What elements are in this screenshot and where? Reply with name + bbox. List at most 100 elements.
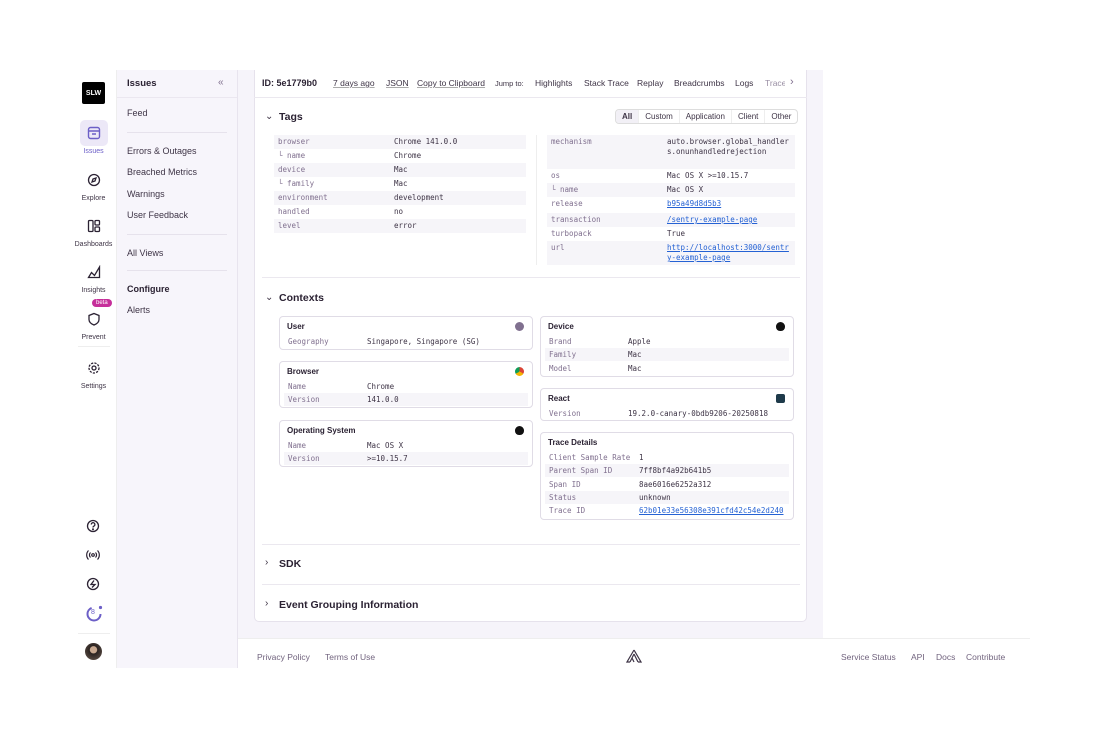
shield-icon: [80, 306, 108, 332]
jump-stack-trace[interactable]: Stack Trace: [584, 78, 629, 88]
sdk-expand-chevron-icon[interactable]: ›: [265, 557, 268, 568]
rail-settings[interactable]: Settings: [70, 355, 117, 390]
row-value: 1: [639, 453, 644, 462]
row-value: 19.2.0-canary-0bdb9206-20250818: [628, 409, 768, 418]
contribute-link[interactable]: Contribute: [966, 652, 1005, 662]
sidebar-item-user-feedback[interactable]: User Feedback: [127, 210, 188, 220]
tag-row: Span ID 8ae6016e6252a312: [545, 478, 789, 491]
rail-issues[interactable]: Issues: [70, 120, 117, 155]
divider: [262, 544, 800, 545]
divider: [127, 270, 227, 271]
row-value: Mac: [394, 165, 408, 174]
api-link[interactable]: API: [911, 652, 925, 662]
row-value: development: [394, 193, 444, 202]
row-value: Chrome: [367, 382, 395, 391]
status-icon[interactable]: [86, 577, 100, 593]
docs-link[interactable]: Docs: [936, 652, 955, 662]
event-grouping-section[interactable]: Event Grouping Information: [279, 599, 418, 611]
tag-row: level error: [274, 219, 526, 233]
rail-explore[interactable]: Explore: [70, 167, 117, 202]
row-key: └ name: [278, 151, 306, 160]
trace-context-title: Trace Details: [548, 438, 598, 447]
row-key: browser: [278, 137, 310, 146]
jump-trace[interactable]: Trace: [765, 78, 785, 88]
row-value: Chrome 141.0.0: [394, 137, 458, 146]
sidebar-title: Issues: [127, 78, 157, 89]
tag-row: Status unknown: [545, 490, 789, 504]
user-context-title: User: [287, 322, 305, 331]
scroll-right-icon[interactable]: ›: [790, 76, 794, 88]
row-key: url: [551, 243, 565, 252]
filter-application[interactable]: Application: [678, 110, 731, 123]
tag-filter-segmented: All Custom Application Client Other: [615, 109, 799, 124]
row-value: 8ae6016e6252a312: [639, 479, 712, 489]
sidebar-item-feed[interactable]: Feed: [127, 108, 148, 118]
configure-heading: Configure: [127, 284, 170, 294]
row-key: Trace ID: [549, 506, 586, 516]
sidebar-item-all-views[interactable]: All Views: [127, 248, 163, 258]
tags-collapse-chevron-icon[interactable]: ⌄: [265, 111, 273, 122]
tag-row: turbopack True: [547, 227, 795, 241]
row-key: └ family: [278, 179, 315, 188]
broadcast-icon[interactable]: [86, 548, 100, 564]
row-key: Version: [549, 409, 581, 418]
row-key: transaction: [551, 215, 601, 224]
tags-heading[interactable]: Tags: [279, 111, 303, 123]
sidebar-item-breached-metrics[interactable]: Breached Metrics: [127, 167, 197, 177]
row-value[interactable]: 62b01e33e56308e391cfd42c54e2d240: [639, 506, 784, 515]
tag-row: Name Chrome: [284, 380, 528, 393]
rail-prevent[interactable]: Prevent: [70, 306, 117, 341]
row-key: Status: [549, 492, 577, 502]
react-icon: [776, 394, 785, 403]
collapse-icon[interactable]: «: [218, 77, 224, 88]
sidebar-item-alerts[interactable]: Alerts: [127, 305, 150, 315]
terms-link[interactable]: Terms of Use: [325, 652, 375, 662]
apple-icon: [515, 426, 524, 435]
copy-clipboard-link[interactable]: Copy to Clipboard: [417, 78, 485, 88]
json-link[interactable]: JSON: [386, 78, 409, 88]
rail-insights[interactable]: Insights: [70, 259, 117, 294]
divider: [262, 584, 800, 585]
help-icon[interactable]: [86, 519, 100, 535]
divider: [127, 234, 227, 235]
privacy-policy-link[interactable]: Privacy Policy: [257, 652, 310, 662]
divider: [127, 132, 227, 133]
row-value[interactable]: http://localhost:3000/sentry-example-pag…: [667, 243, 791, 263]
org-logo[interactable]: SLW: [82, 82, 105, 104]
filter-all[interactable]: All: [616, 110, 639, 123]
row-key: os: [551, 171, 561, 180]
event-age-link[interactable]: 7 days ago: [333, 78, 375, 88]
service-status-link[interactable]: Service Status: [841, 652, 896, 662]
contexts-collapse-chevron-icon[interactable]: ⌄: [265, 292, 273, 303]
filter-client[interactable]: Client: [730, 110, 764, 123]
jump-replay[interactable]: Replay: [637, 78, 663, 88]
onboarding-progress[interactable]: 8: [85, 605, 103, 623]
row-key: release: [551, 199, 583, 208]
grouping-expand-chevron-icon[interactable]: ›: [265, 598, 268, 609]
row-value[interactable]: b95a49d8d5b3: [667, 199, 721, 211]
row-value: auto.browser.global_handlers.onunhandled…: [667, 137, 789, 156]
row-value: Mac OS X: [667, 185, 704, 194]
tag-row: Brand Apple: [545, 335, 789, 348]
sidebar-item-warnings[interactable]: Warnings: [127, 189, 165, 199]
row-value[interactable]: /sentry-example-page: [667, 215, 757, 225]
tag-row: handled no: [274, 205, 526, 219]
rail-dashboards[interactable]: Dashboards: [70, 213, 117, 248]
filter-other[interactable]: Other: [764, 110, 797, 123]
contexts-heading[interactable]: Contexts: [279, 292, 324, 304]
tag-row: release b95a49d8d5b3: [547, 197, 795, 213]
filter-custom[interactable]: Custom: [638, 110, 679, 123]
jump-highlights[interactable]: Highlights: [535, 78, 572, 88]
avatar[interactable]: [85, 643, 102, 660]
sdk-section[interactable]: SDK: [279, 558, 301, 570]
sidebar-item-errors[interactable]: Errors & Outages: [127, 146, 197, 156]
tag-row: Version 141.0.0: [284, 393, 528, 407]
jump-breadcrumbs[interactable]: Breadcrumbs: [674, 78, 725, 88]
apple-icon: [776, 322, 785, 331]
beta-badge: beta: [92, 299, 112, 307]
help-circle-icon: [515, 322, 524, 331]
tag-row: Family Mac: [545, 348, 789, 362]
jump-logs[interactable]: Logs: [735, 78, 753, 88]
row-key: Name: [288, 441, 307, 450]
row-key: environment: [278, 193, 328, 202]
